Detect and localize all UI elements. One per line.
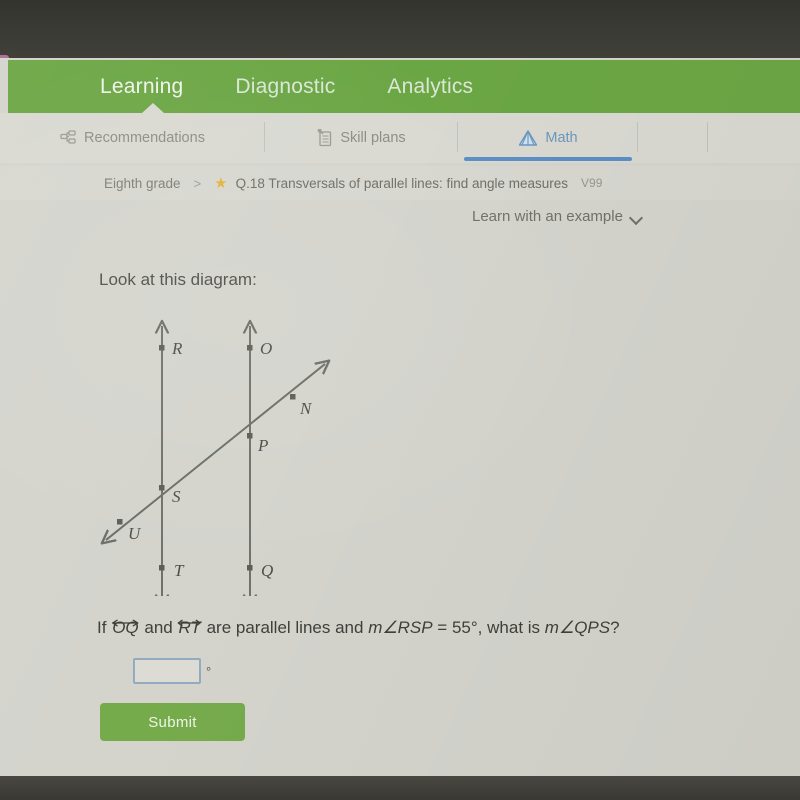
point-label-O: O bbox=[260, 339, 272, 358]
point-label-Q: Q bbox=[261, 561, 273, 580]
ray-oq: OQ bbox=[111, 618, 139, 638]
point-label-T: T bbox=[174, 561, 185, 580]
nav-item-analytics[interactable]: Analytics bbox=[387, 75, 473, 99]
learn-with-example-button[interactable]: Learn with an example bbox=[472, 208, 642, 225]
point-label-R: R bbox=[171, 339, 183, 358]
line-UN-upright bbox=[105, 364, 325, 541]
tab-skill-plans[interactable]: Skill plans bbox=[265, 113, 458, 163]
learn-with-example-label: Learn with an example bbox=[472, 208, 623, 225]
geometry-diagram: R O N P S U T Q bbox=[100, 306, 400, 596]
secondary-tab-bar: Recommendations Skill plans Math bbox=[0, 113, 800, 163]
tab-label-math: Math bbox=[545, 130, 578, 146]
point-Q bbox=[247, 565, 253, 571]
nav-item-learning[interactable]: Learning bbox=[100, 75, 183, 99]
skill-code: V99 bbox=[581, 176, 603, 190]
primary-navigation: Learning Diagnostic Analytics bbox=[8, 60, 800, 113]
active-nav-indicator bbox=[142, 103, 164, 113]
point-label-N: N bbox=[299, 399, 313, 418]
ray-oq-overbar bbox=[109, 612, 141, 627]
point-S bbox=[159, 485, 165, 491]
point-R bbox=[159, 345, 165, 351]
active-tab-underline bbox=[464, 157, 632, 161]
chevron-down-icon bbox=[631, 213, 642, 220]
question-mid-2: are parallel lines and bbox=[206, 618, 364, 637]
diagram-svg: R O N P S U T Q bbox=[100, 306, 400, 596]
question-mid-1: and bbox=[144, 618, 173, 637]
tab-math[interactable]: Math bbox=[458, 113, 638, 163]
ray-rt-overbar bbox=[175, 612, 203, 627]
answer-input[interactable] bbox=[133, 658, 201, 684]
point-T bbox=[159, 565, 165, 571]
recommendations-icon bbox=[60, 130, 77, 146]
submit-button[interactable]: Submit bbox=[100, 703, 245, 741]
point-label-S: S bbox=[172, 487, 181, 506]
question-text: If OQ and RT are parallel lines and m∠RS… bbox=[97, 618, 620, 638]
breadcrumb: Eighth grade > ★ Q.18 Transversals of pa… bbox=[0, 166, 800, 200]
point-label-P: P bbox=[257, 436, 268, 455]
point-N bbox=[290, 394, 296, 400]
answer-row: ° bbox=[133, 658, 211, 684]
point-P bbox=[247, 433, 253, 439]
tab-recommendations[interactable]: Recommendations bbox=[0, 113, 265, 163]
question-mark: ? bbox=[610, 618, 620, 637]
skill-plans-icon bbox=[317, 129, 333, 147]
tab-label-recommendations: Recommendations bbox=[84, 130, 205, 146]
point-U bbox=[117, 519, 123, 525]
tab-label-skill-plans: Skill plans bbox=[340, 130, 406, 146]
math-pyramid-icon bbox=[518, 129, 538, 148]
learn-row: Learn with an example bbox=[0, 208, 800, 225]
tab-overflow[interactable] bbox=[638, 113, 708, 163]
given-angle-value: 55°, bbox=[451, 618, 483, 637]
point-label-U: U bbox=[128, 524, 142, 543]
favorite-star-icon[interactable]: ★ bbox=[214, 176, 227, 191]
breadcrumb-grade[interactable]: Eighth grade bbox=[104, 176, 181, 191]
app-viewport: Learning Diagnostic Analytics Recommenda… bbox=[0, 58, 800, 776]
question-prefix: If bbox=[97, 618, 107, 637]
tab-divider bbox=[707, 122, 708, 152]
page-title: Q.18 Transversals of parallel lines: fin… bbox=[235, 175, 569, 191]
nav-item-diagnostic[interactable]: Diagnostic bbox=[235, 75, 335, 99]
asked-angle: m∠QPS bbox=[544, 618, 611, 637]
given-angle: m∠RSP bbox=[368, 618, 433, 637]
screen-bezel-bottom bbox=[0, 775, 800, 800]
question-mid-3: what is bbox=[487, 618, 541, 637]
point-O bbox=[247, 345, 253, 351]
breadcrumb-separator: > bbox=[193, 175, 202, 191]
equals-sign: = bbox=[437, 618, 448, 637]
screen-bezel-top bbox=[0, 0, 800, 62]
diagram-prompt: Look at this diagram: bbox=[99, 270, 257, 289]
ray-rt: RT bbox=[177, 618, 202, 638]
degree-symbol: ° bbox=[206, 663, 212, 679]
